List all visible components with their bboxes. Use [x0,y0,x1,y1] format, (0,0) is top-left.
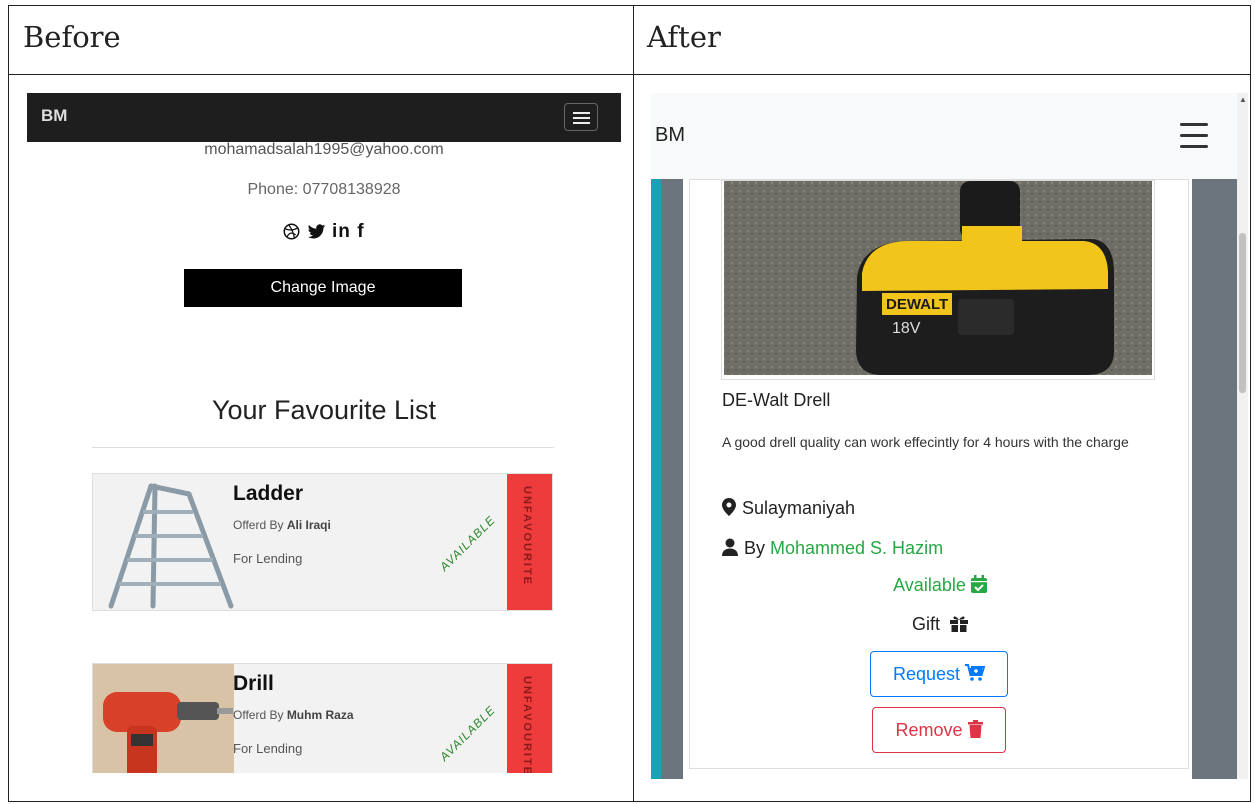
linkedin-icon[interactable]: in [332,221,351,242]
unfavourite-button[interactable]: UNFAVOURITE [507,474,552,610]
remove-button[interactable]: Remove [872,707,1006,753]
column-divider [633,5,634,802]
unfavourite-label: UNFAVOURITE [521,486,533,587]
battery-brand-text: DEWALT [886,296,948,313]
item-description: A good drell quality can work effecintly… [722,434,1129,450]
item-title[interactable]: Ladder [233,482,303,506]
sidebar-accent [651,179,661,779]
facebook-icon[interactable]: f [357,221,364,242]
item-type: For Lending [233,551,303,566]
menu-icon [573,112,590,114]
after-column-header: After [647,20,721,54]
scrollbar-thumb[interactable] [1239,233,1246,393]
menu-icon-bar [1180,134,1208,137]
twitter-icon[interactable] [307,221,332,242]
availability-status: Available [690,575,1190,596]
favourite-card[interactable]: Drill Offerd By Muhm Raza For Lending AV… [92,663,553,773]
social-links: in f [27,221,621,243]
item-name: DE-Walt Drell [722,390,831,410]
owner-link[interactable]: Mohammed S. Hazim [770,538,943,558]
battery-voltage-text: 18V [892,320,921,337]
change-image-button[interactable]: Change Image [184,269,462,307]
status-text: Available [893,575,966,595]
request-button[interactable]: Request [870,651,1008,697]
navbar: BM [651,93,1241,179]
trash-icon [967,720,983,739]
after-screenshot: DEWALT 18V DE-Walt Drell A good drell qu… [651,93,1248,779]
menu-icon-bar [1180,145,1208,148]
menu-icon-bar [1180,123,1208,126]
item-title[interactable]: Drill [233,672,274,696]
unfavourite-button[interactable]: UNFAVOURITE [507,664,552,773]
item-card: DEWALT 18V DE-Walt Drell A good drell qu… [689,179,1189,769]
navbar: BM [27,93,621,142]
calendar-check-icon [970,575,987,594]
item-offered-by: Offerd By Muhm Raza [233,708,354,722]
menu-icon-bar [573,122,590,124]
dribbble-icon[interactable] [283,221,306,242]
user-icon [722,538,738,557]
item-type: For Lending [233,741,303,756]
before-screenshot: mohamadsalah1995@yahoo.com Phone: 077081… [27,93,622,773]
type-text: Gift [911,614,940,634]
item-owner-line: By Mohammed S. Hazim [722,538,943,559]
ladder-image [93,474,234,610]
menu-icon-bar [573,117,590,119]
item-location: Sulaymaniyah [722,498,855,519]
remove-label: Remove [895,720,963,740]
divider [92,447,554,448]
availability-badge: AVAILABLE [437,512,499,574]
dewalt-battery-image: DEWALT 18V [721,180,1155,380]
favourite-card[interactable]: Ladder Offerd By Ali Iraqi For Lending A… [92,473,553,611]
item-owner[interactable]: Muhm Raza [287,708,354,722]
header-divider [8,74,1251,75]
gift-icon [950,616,969,632]
navbar-brand[interactable]: BM [41,106,67,126]
scroll-up-arrow-icon[interactable]: ▲ [1239,95,1247,104]
unfavourite-label: UNFAVOURITE [521,676,533,773]
page-background-left [661,179,683,779]
availability-badge: AVAILABLE [437,702,499,764]
request-label: Request [892,664,961,684]
map-marker-icon [722,498,736,517]
item-owner[interactable]: Ali Iraqi [287,518,331,532]
cart-plus-icon [965,664,986,682]
profile-phone: Phone: 07708138928 [247,181,401,198]
favourite-list-title: Your Favourite List [211,395,437,425]
navbar-toggler[interactable] [564,103,598,131]
page-background-right [1192,179,1237,779]
drill-image [93,664,234,773]
item-offered-by: Offerd By Ali Iraqi [233,518,331,532]
scrollbar[interactable] [1237,93,1248,779]
item-type: Gift [690,614,1190,635]
navbar-brand[interactable]: BM [655,124,685,147]
before-column-header: Before [23,20,121,54]
profile-email: mohamadsalah1995@yahoo.com [204,141,444,158]
location-text: Sulaymaniyah [742,498,856,518]
by-prefix: By [744,538,771,558]
